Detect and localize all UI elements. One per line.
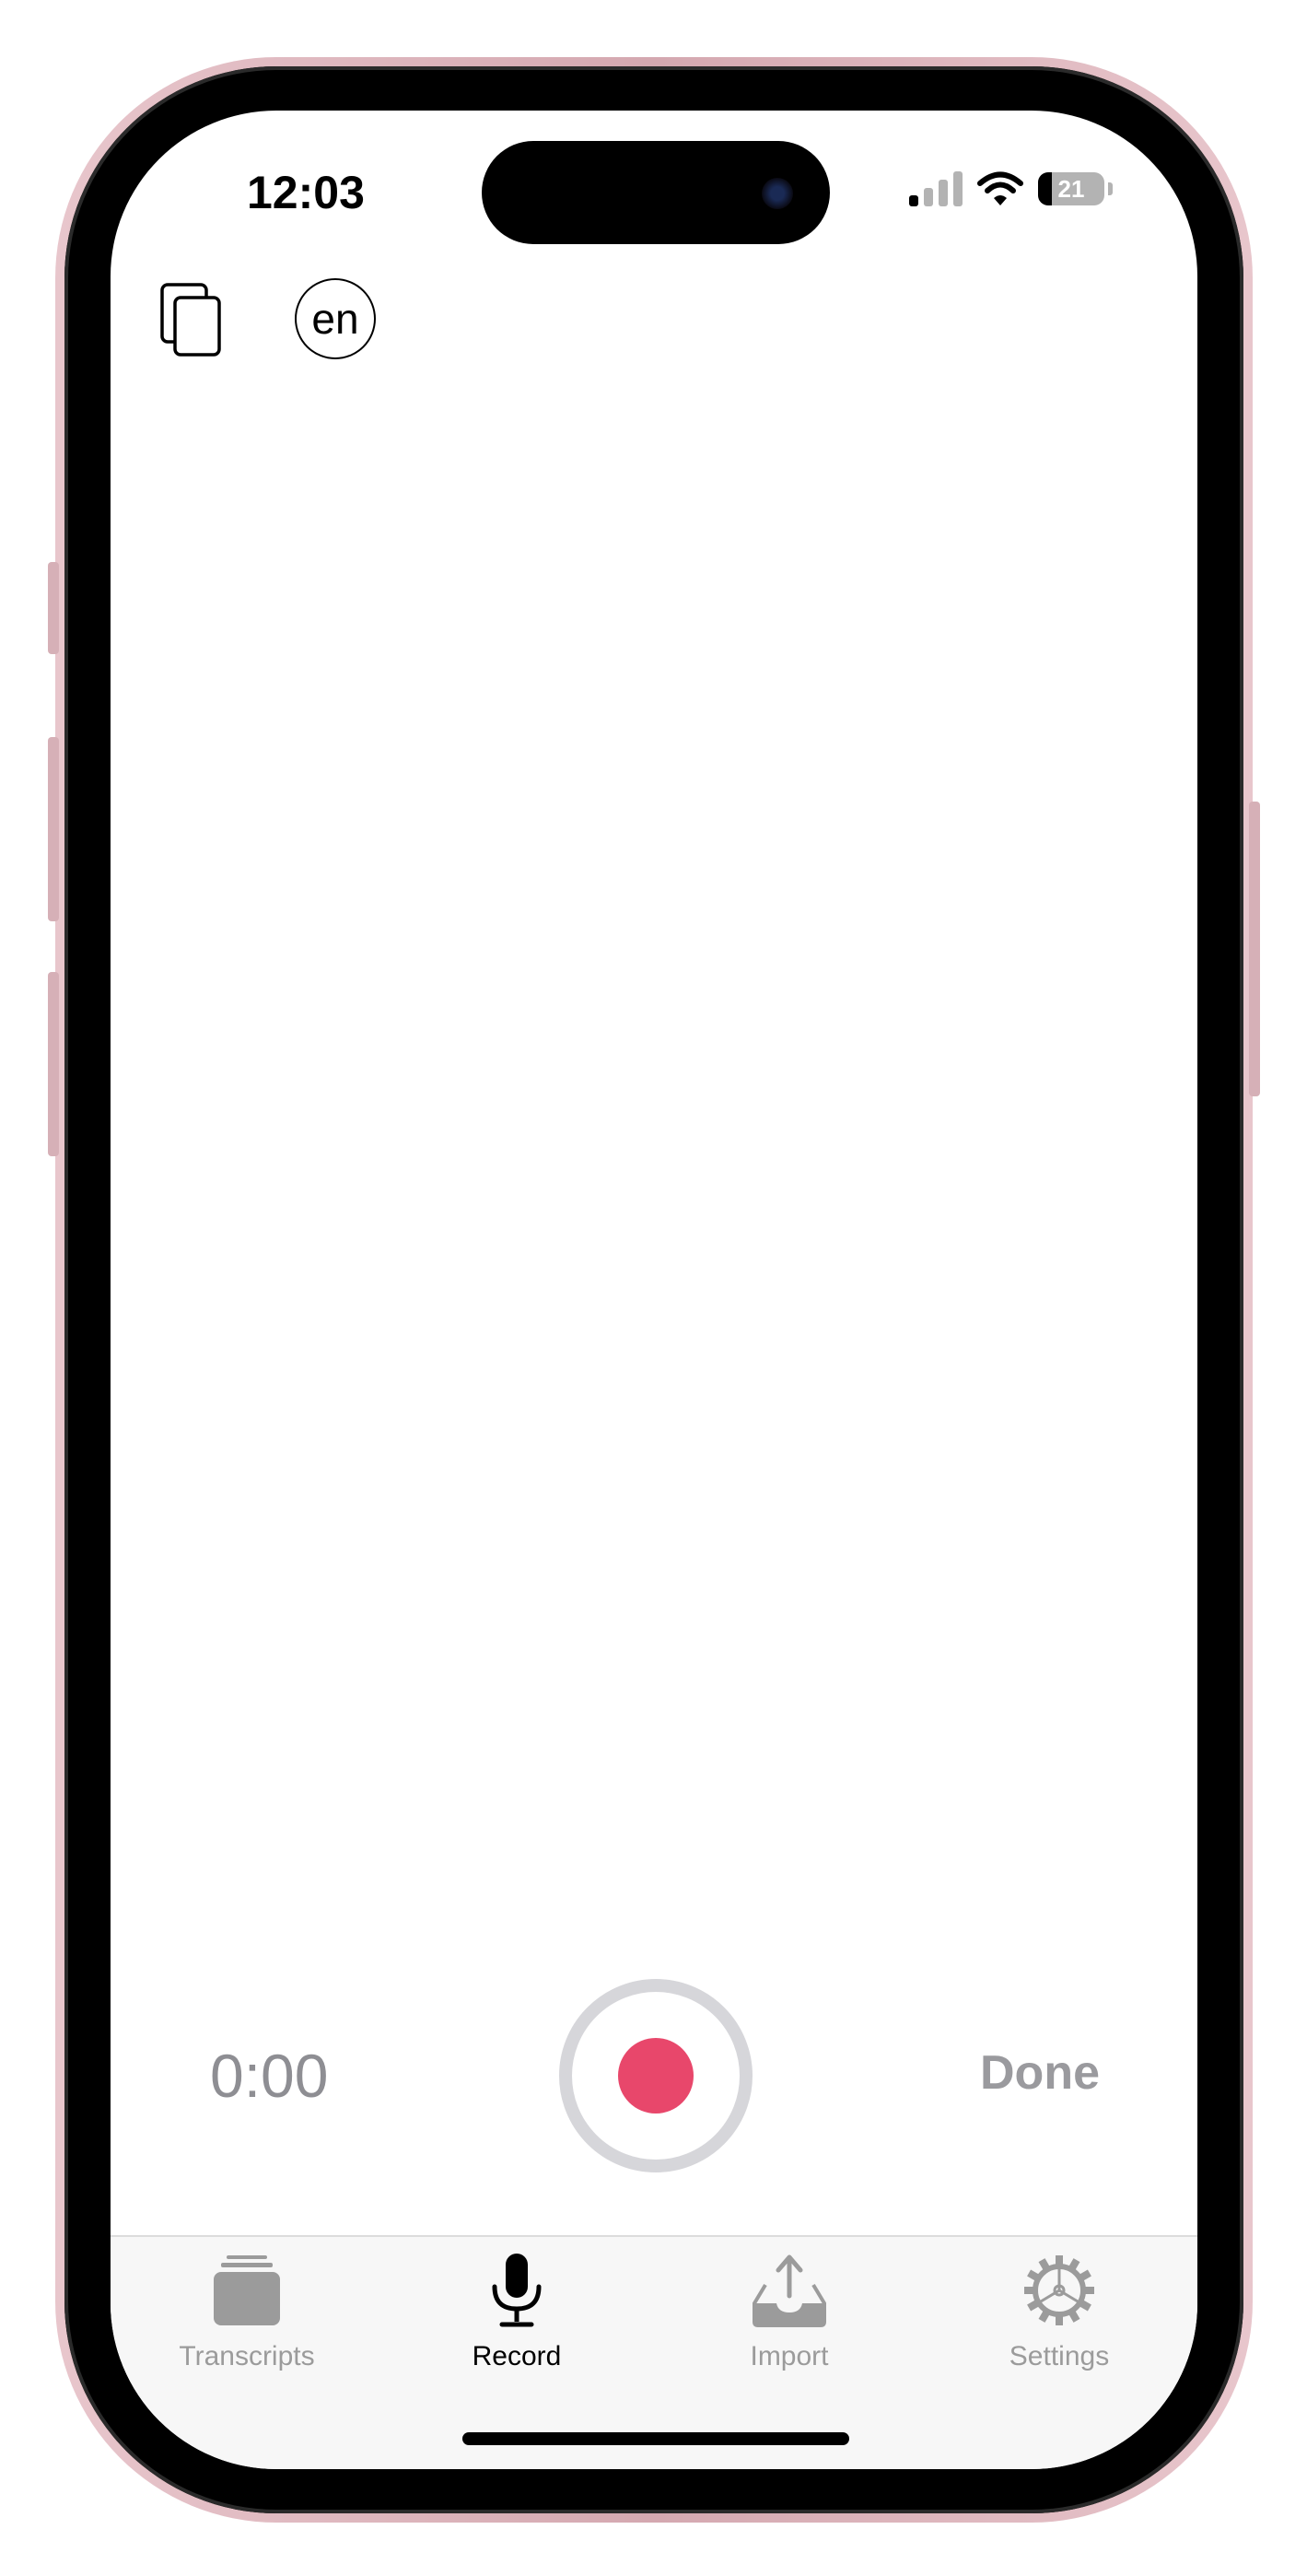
stack-icon: [214, 2255, 280, 2325]
tab-import[interactable]: Import: [688, 2252, 891, 2372]
battery-tip: [1108, 182, 1113, 195]
power-button: [1249, 802, 1260, 1096]
action-button: [48, 562, 59, 654]
dynamic-island: [482, 141, 830, 244]
camera-icon: [762, 178, 793, 209]
gear-icon: [1024, 2255, 1094, 2325]
done-button[interactable]: Done: [980, 2045, 1100, 2101]
tab-record[interactable]: Record: [415, 2252, 618, 2372]
tab-transcripts[interactable]: Transcripts: [146, 2252, 348, 2372]
record-button[interactable]: [559, 1979, 753, 2172]
status-indicators: 21: [909, 171, 1113, 206]
tab-label: Transcripts: [179, 2341, 315, 2371]
screen: 12:03 21 en 0:00 Done Transcripts Record…: [111, 111, 1197, 2469]
tab-label: Record: [472, 2341, 562, 2371]
language-code: en: [311, 295, 359, 343]
wifi-icon: [977, 171, 1023, 205]
copy-icon[interactable]: [158, 281, 223, 363]
battery-level-fill: [1038, 172, 1053, 205]
tab-label: Import: [750, 2341, 829, 2371]
tray-upload-icon: [753, 2254, 826, 2327]
tab-label: Settings: [1009, 2341, 1110, 2371]
elapsed-time: 0:00: [210, 2042, 329, 2110]
record-icon: [618, 2038, 694, 2113]
volume-up-button: [48, 737, 59, 921]
battery-percentage: 21: [1057, 174, 1085, 203]
battery-indicator: 21: [1038, 172, 1104, 205]
microphone-icon: [492, 2254, 542, 2327]
home-indicator: [462, 2432, 849, 2445]
status-time: 12:03: [247, 167, 365, 218]
volume-down-button: [48, 972, 59, 1156]
cellular-signal-icon: [909, 171, 963, 206]
tab-settings[interactable]: Settings: [958, 2252, 1161, 2372]
language-button[interactable]: en: [295, 278, 376, 359]
